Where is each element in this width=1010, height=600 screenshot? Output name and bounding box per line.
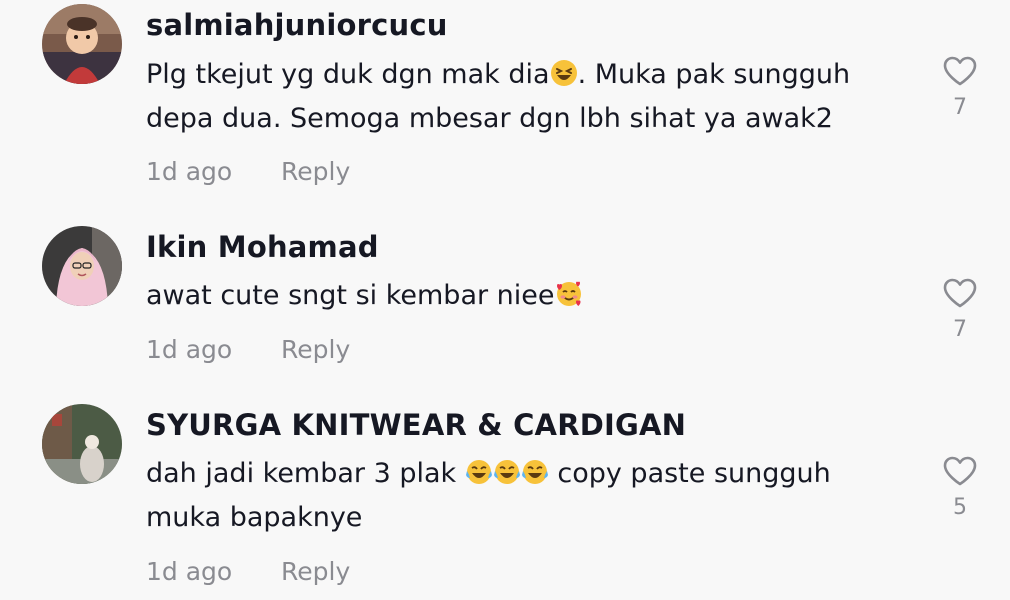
like-count: 7: [953, 95, 967, 120]
heart-outline-icon: [943, 278, 977, 308]
comment-time: 1d ago: [146, 557, 233, 586]
comment-text-part: awat cute sngt si kembar niee: [146, 280, 555, 311]
heart-outline-icon: [943, 56, 977, 86]
like-count: 7: [953, 317, 967, 342]
like-count: 5: [953, 495, 967, 520]
avatar-image: [42, 4, 122, 84]
avatar[interactable]: [42, 4, 122, 84]
comment-text-part: dah jadi kembar 3 plak: [146, 458, 465, 489]
avatar[interactable]: [42, 404, 122, 484]
tears-of-joy-emoji: [493, 460, 520, 484]
reply-button[interactable]: Reply: [281, 335, 350, 364]
avatar-image: [42, 226, 122, 306]
like-button[interactable]: 7: [938, 277, 982, 342]
comment-meta: 1d ago Reply: [146, 335, 350, 364]
comment-username[interactable]: Ikin Mohamad: [146, 230, 379, 264]
comment-time: 1d ago: [146, 157, 233, 186]
comment-username[interactable]: SYURGA KNITWEAR & CARDIGAN: [146, 408, 686, 442]
comment-text: awat cute sngt si kembar niee: [146, 274, 906, 318]
like-button[interactable]: 5: [938, 455, 982, 520]
reply-button[interactable]: Reply: [281, 557, 350, 586]
comment-text: Plg tkejut yg duk dgn mak dia . Muka pak…: [146, 53, 906, 141]
comment-text: dah jadi kembar 3 plak copy paste sunggu…: [146, 452, 906, 540]
laughing-squint-emoji: [550, 60, 577, 86]
avatar[interactable]: [42, 226, 122, 306]
like-button[interactable]: 7: [938, 55, 982, 120]
tears-of-joy-emoji: [465, 460, 492, 484]
comment-text-part: Plg tkejut yg duk dgn mak dia: [146, 59, 550, 90]
tears-of-joy-emoji: [521, 460, 548, 484]
smiling-face-with-hearts-emoji: [556, 281, 581, 306]
comment-meta: 1d ago Reply: [146, 157, 350, 186]
comment-time: 1d ago: [146, 335, 233, 364]
comment-username[interactable]: salmiahjuniorcucu: [146, 8, 448, 42]
avatar-image: [42, 404, 122, 484]
comment-meta: 1d ago Reply: [146, 557, 350, 586]
heart-outline-icon: [943, 456, 977, 486]
reply-button[interactable]: Reply: [281, 157, 350, 186]
